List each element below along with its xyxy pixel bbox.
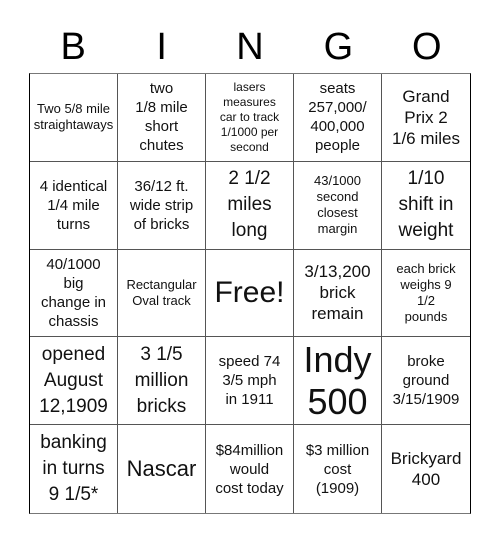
header-letter-g: G	[323, 26, 354, 68]
bingo-header: B I N G O	[29, 22, 471, 72]
bingo-cell-g3[interactable]: 3/13,200 brick remain	[294, 249, 382, 338]
bingo-cell-b2[interactable]: 4 identical 1/4 mile turns	[30, 161, 118, 250]
bingo-cell-g4[interactable]: Indy 500	[294, 337, 382, 426]
bingo-cell-n2[interactable]: 2 1/2 miles long	[206, 161, 294, 250]
bingo-cell-o1[interactable]: Grand Prix 2 1/6 miles	[382, 74, 470, 162]
header-letter-n: N	[236, 26, 264, 68]
bingo-cell-b4[interactable]: opened August 12,1909	[30, 337, 118, 426]
bingo-cell-i2[interactable]: 36/12 ft. wide strip of bricks	[118, 161, 206, 250]
bingo-cell-g1[interactable]: seats 257,000/ 400,000 people	[294, 74, 382, 162]
bingo-cell-o5[interactable]: Brickyard 400	[382, 425, 470, 513]
bingo-cell-b5[interactable]: banking in turns 9 1/5*	[30, 425, 118, 513]
bingo-cell-g2[interactable]: 43/1000 second closest margin	[294, 161, 382, 250]
bingo-cell-o3[interactable]: each brick weighs 9 1/2 pounds	[382, 250, 470, 338]
bingo-cell-i4[interactable]: 3 1/5 million bricks	[118, 337, 206, 426]
bingo-cell-n4[interactable]: speed 74 3/5 mph in 1911	[206, 337, 294, 426]
header-letter-i: I	[156, 26, 167, 68]
header-letter-b: B	[60, 26, 86, 68]
bingo-cell-o4[interactable]: broke ground 3/15/1909	[382, 337, 470, 426]
bingo-cell-i3[interactable]: Rectangular Oval track	[118, 249, 206, 338]
bingo-cell-g5[interactable]: $3 million cost (1909)	[294, 425, 382, 513]
bingo-cell-b1[interactable]: Two 5/8 mile straightaways	[30, 74, 118, 162]
bingo-cell-o2[interactable]: 1/10 shift in weight	[382, 162, 470, 250]
bingo-board: Two 5/8 mile straightaways two 1/8 mile s…	[29, 73, 471, 514]
bingo-cell-i5[interactable]: Nascar	[118, 425, 206, 513]
header-letter-o: O	[412, 26, 442, 68]
bingo-cell-b3[interactable]: 40/1000 big change in chassis	[30, 249, 118, 338]
bingo-cell-n5[interactable]: $84million would cost today	[206, 425, 294, 513]
bingo-cell-n1[interactable]: lasers measures car to track 1/1000 per …	[206, 74, 294, 162]
bingo-cell-i1[interactable]: two 1/8 mile short chutes	[118, 74, 206, 162]
free-space-cell[interactable]: Free!	[206, 249, 294, 338]
